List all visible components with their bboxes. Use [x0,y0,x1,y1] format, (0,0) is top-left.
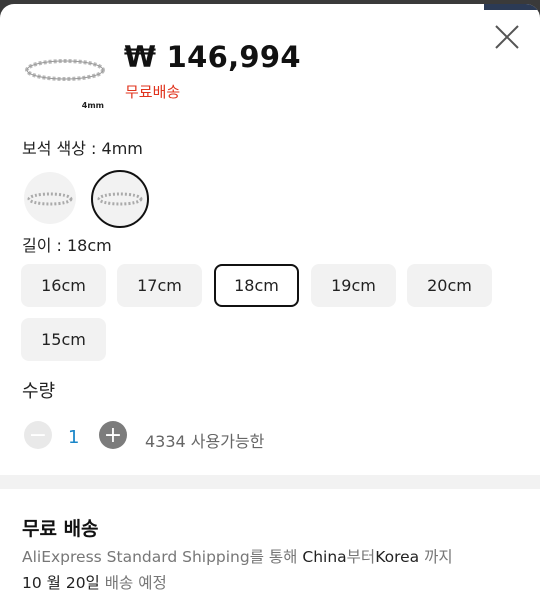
length-label: 길이 : 18cm [22,236,112,255]
product-thumbnail: 4mm [20,42,110,112]
bracelet-swatch-image [97,192,143,206]
color-swatch-1[interactable] [24,172,76,224]
shipping-from: 부터 [346,548,376,566]
shipping-carrier: AliExpress Standard Shipping [22,548,250,566]
shipping-origin: China [302,548,347,566]
shipping-until: 까지 [419,548,453,566]
shipping-eta: 10 월 20일 배송 예정 [22,571,167,593]
shipping-destination: Korea [375,548,420,566]
quantity-label: 수량 [22,381,56,402]
length-option-20cm[interactable]: 20cm [407,264,492,307]
thumbnail-caption: 4mm [81,101,104,110]
minus-glyph: − [28,422,48,448]
shipping-eta-label: 배송 예정 [99,574,167,592]
bracelet-image [25,59,105,81]
available-stock: 4334 사용가능한 [145,432,265,451]
quantity-value[interactable]: 1 [68,427,79,448]
length-option-15cm[interactable]: 15cm [21,318,106,361]
section-divider [0,475,540,489]
shipping-date: 10 월 20일 [22,574,100,592]
gem-color-label: 보석 색상 : 4mm [22,139,143,158]
close-icon[interactable] [494,24,520,50]
shipping-route: AliExpress Standard Shipping를 통해 China부터… [22,545,453,567]
plus-icon[interactable]: + [99,421,127,449]
length-option-16cm[interactable]: 16cm [21,264,106,307]
length-option-17cm[interactable]: 17cm [117,264,202,307]
length-option-19cm[interactable]: 19cm [311,264,396,307]
background-strip [484,4,540,10]
color-swatch-2-selected[interactable] [91,170,149,228]
shipping-via: 를 통해 [249,548,303,566]
sku-selector-sheet: 4mm ₩ 146,994 무료배송 보석 색상 : 4mm 길이 : 18cm… [0,4,540,593]
length-option-18cm-selected[interactable]: 18cm [214,264,299,307]
shipping-title: 무료 배송 [22,518,99,540]
product-price: ₩ 146,994 [124,40,301,74]
minus-icon[interactable]: − [24,421,52,449]
bracelet-swatch-image [27,192,73,206]
plus-glyph: + [103,422,123,448]
free-shipping-badge: 무료배송 [125,83,181,101]
